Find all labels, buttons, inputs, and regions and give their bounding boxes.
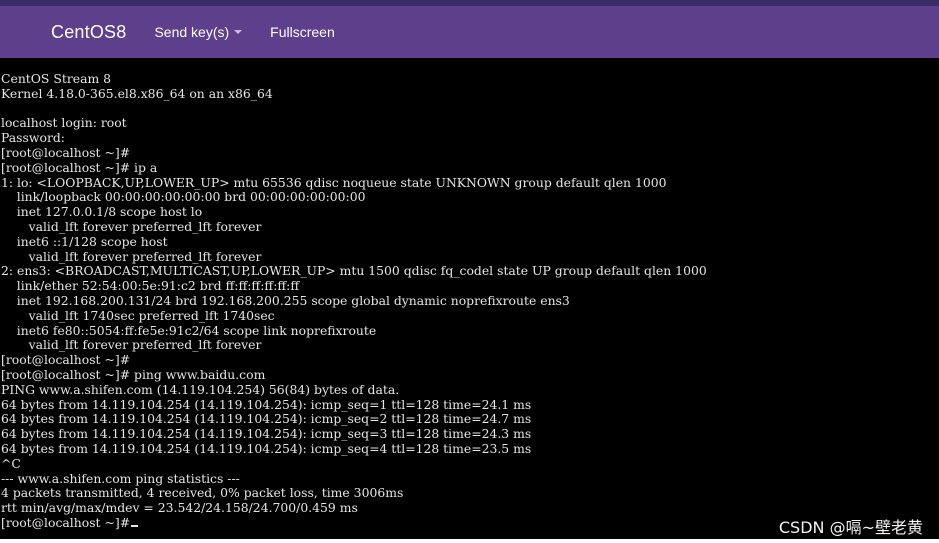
terminal-output: CentOS Stream 8 Kernel 4.18.0-365.el8.x86… <box>1 71 707 531</box>
terminal-line: PING www.a.shifen.com (14.119.104.254) 5… <box>1 381 400 397</box>
terminal-line: rtt min/avg/max/mdev = 23.542/24.158/24.… <box>1 500 358 516</box>
terminal-line: link/ether 52:54:00:5e:91:c2 brd ff:ff:f… <box>1 278 300 294</box>
brand-title: CentOS8 <box>51 21 127 42</box>
terminal-line: [root@localhost ~]# <box>1 515 707 531</box>
terminal-line: 64 bytes from 14.119.104.254 (14.119.104… <box>1 426 532 442</box>
terminal-line: 64 bytes from 14.119.104.254 (14.119.104… <box>1 411 532 427</box>
terminal-line: valid_lft forever preferred_lft forever <box>1 218 262 234</box>
terminal-line: 1: lo: <LOOPBACK,UP,LOWER_UP> mtu 65536 … <box>1 174 667 190</box>
terminal-line: 64 bytes from 14.119.104.254 (14.119.104… <box>1 396 532 412</box>
bottom-border <box>0 539 939 543</box>
caret-down-icon <box>234 30 243 35</box>
terminal-line: inet6 fe80::5054:ff:fe5e:91c2/64 scope l… <box>1 322 377 338</box>
terminal-line: --- www.a.shifen.com ping statistics --- <box>1 470 240 486</box>
terminal-line: link/loopback 00:00:00:00:00:00 brd 00:0… <box>1 189 366 205</box>
terminal-line: valid_lft forever preferred_lft forever <box>1 337 262 353</box>
terminal-line: valid_lft forever preferred_lft forever <box>1 248 262 264</box>
terminal-line: [root@localhost ~]# ip a <box>1 159 158 175</box>
vnc-console-window: CentOS8 Send key(s) Fullscreen CentOS St… <box>0 0 939 543</box>
terminal-line: inet 192.168.200.131/24 brd 192.168.200.… <box>1 292 570 308</box>
navbar: CentOS8 Send key(s) Fullscreen <box>0 6 939 58</box>
terminal-line: localhost login: root <box>1 115 127 131</box>
terminal-line: [root@localhost ~]# ping www.baidu.com <box>1 366 266 382</box>
terminal-cursor <box>131 524 139 527</box>
terminal-line: valid_lft 1740sec preferred_lft 1740sec <box>1 307 275 323</box>
terminal-line: [root@localhost ~]# <box>1 144 131 160</box>
terminal-line: Password: <box>1 130 65 146</box>
terminal-line: CentOS Stream 8 <box>1 71 112 86</box>
send-keys-label: Send key(s) <box>154 24 230 40</box>
terminal-line: 64 bytes from 14.119.104.254 (14.119.104… <box>1 440 532 456</box>
send-keys-dropdown[interactable]: Send key(s) <box>154 24 243 40</box>
terminal-line: [root@localhost ~]# <box>1 352 131 368</box>
terminal-line: 4 packets transmitted, 4 received, 0% pa… <box>1 485 404 501</box>
fullscreen-button[interactable]: Fullscreen <box>270 24 335 40</box>
watermark-text: CSDN @嗝~壁老黄 <box>778 518 923 537</box>
terminal-line: Kernel 4.18.0-365.el8.x86_64 on an x86_6… <box>1 85 273 101</box>
terminal-screen[interactable]: CentOS Stream 8 Kernel 4.18.0-365.el8.x86… <box>0 58 939 539</box>
terminal-line: inet 127.0.0.1/8 scope host lo <box>1 204 203 220</box>
terminal-line: 2: ens3: <BROADCAST,MULTICAST,UP,LOWER_U… <box>1 263 707 279</box>
terminal-line: inet6 ::1/128 scope host <box>1 233 168 249</box>
terminal-line: ^C <box>1 455 21 471</box>
